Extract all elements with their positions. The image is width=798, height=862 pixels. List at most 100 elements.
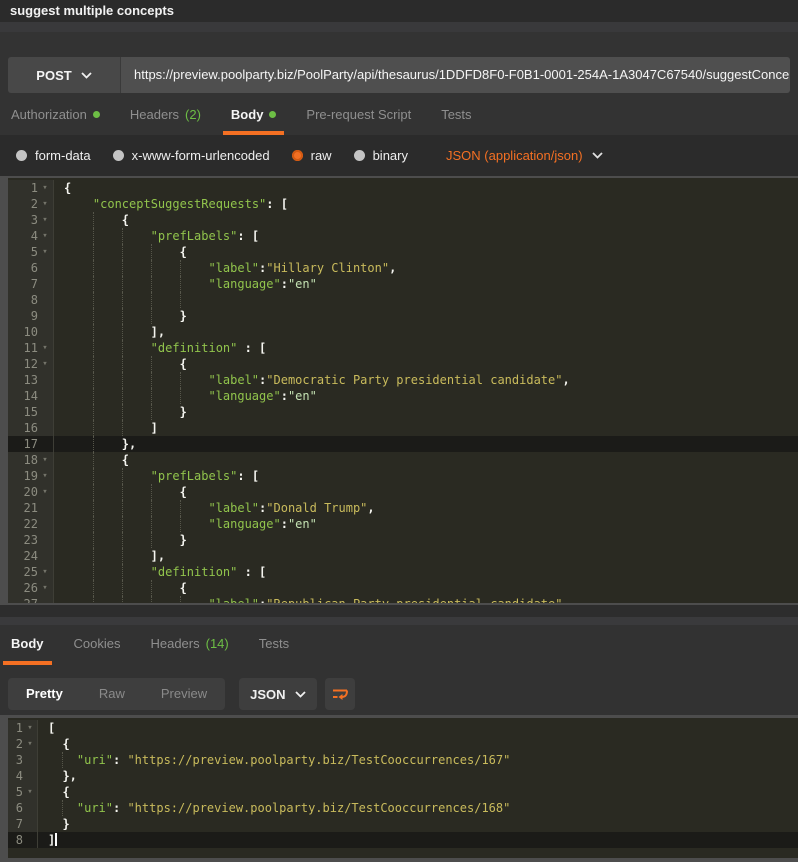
code-line[interactable]: 23} <box>8 532 798 548</box>
indent-guide <box>122 276 151 292</box>
postman-window: suggest multiple concepts POST https://p… <box>0 0 798 862</box>
fold-arrow-icon[interactable]: ▾ <box>38 212 52 228</box>
code-line[interactable]: 15} <box>8 404 798 420</box>
fold-arrow-icon[interactable]: ▾ <box>38 356 52 372</box>
tab-body[interactable]: Body <box>3 625 52 665</box>
code-line[interactable]: 3▾{ <box>8 212 798 228</box>
tab-pre-request-script[interactable]: Pre-request Script <box>298 97 419 135</box>
response-format-dropdown[interactable]: JSON <box>239 678 316 710</box>
view-mode-pretty[interactable]: Pretty <box>8 678 81 710</box>
code-line[interactable]: 27"label":"Republican Party presidential… <box>8 596 798 605</box>
code-line[interactable]: 10], <box>8 324 798 340</box>
body-mode-radio-raw[interactable]: raw <box>292 148 332 163</box>
code-line[interactable]: 16] <box>8 420 798 436</box>
code-line[interactable]: 4}, <box>8 768 798 784</box>
fold-arrow-icon[interactable]: ▾ <box>38 340 52 356</box>
line-number: 18 <box>8 452 38 468</box>
code-line[interactable]: 14"language":"en" <box>8 388 798 404</box>
code-text: { <box>54 452 798 468</box>
code-line[interactable]: 25▾"definition" : [ <box>8 564 798 580</box>
fold-spacer <box>23 800 37 816</box>
fold-arrow-icon[interactable]: ▾ <box>38 196 52 212</box>
fold-arrow-icon[interactable]: ▾ <box>38 244 52 260</box>
fold-arrow-icon[interactable]: ▾ <box>38 564 52 580</box>
code-line[interactable]: 11▾"definition" : [ <box>8 340 798 356</box>
code-line[interactable]: 20▾{ <box>8 484 798 500</box>
tab-body[interactable]: Body <box>223 97 285 135</box>
tab-cookies[interactable]: Cookies <box>66 625 129 665</box>
code-line[interactable]: 17}, <box>8 436 798 452</box>
line-number: 8 <box>8 292 38 308</box>
fold-arrow-icon[interactable]: ▾ <box>38 228 52 244</box>
fold-arrow-icon[interactable]: ▾ <box>38 484 52 500</box>
line-number: 17 <box>8 436 38 452</box>
tab-authorization[interactable]: Authorization <box>3 97 108 135</box>
response-format-label: JSON <box>250 687 285 702</box>
code-token: , <box>562 373 569 387</box>
indent-guide <box>122 244 151 260</box>
indent-guide <box>122 420 151 436</box>
titlebar-divider <box>0 22 798 32</box>
code-line[interactable]: 2▾{ <box>8 736 798 752</box>
body-mode-radio-x-www-form-urlencoded[interactable]: x-www-form-urlencoded <box>113 148 270 163</box>
method-label: POST <box>36 68 71 83</box>
code-token: "https://preview.poolparty.biz/TestCoocc… <box>127 801 510 815</box>
tab-tests[interactable]: Tests <box>433 97 479 135</box>
code-line[interactable]: 12▾{ <box>8 356 798 372</box>
body-mode-radio-binary[interactable]: binary <box>354 148 408 163</box>
fold-arrow-icon[interactable]: ▾ <box>38 468 52 484</box>
indent-guide <box>122 548 151 564</box>
panel-splitter[interactable] <box>0 617 798 625</box>
tab-headers[interactable]: Headers(2) <box>122 97 209 135</box>
response-body-editor[interactable]: 1▾[2▾{3"uri": "https://preview.poolparty… <box>0 715 798 862</box>
code-line[interactable]: 1▾{ <box>8 180 798 196</box>
code-line[interactable]: 7} <box>8 816 798 832</box>
code-line[interactable]: 9} <box>8 308 798 324</box>
code-line[interactable]: 6"uri": "https://preview.poolparty.biz/T… <box>8 800 798 816</box>
fold-arrow-icon[interactable]: ▾ <box>38 180 52 196</box>
code-line[interactable]: 24], <box>8 548 798 564</box>
view-mode-raw[interactable]: Raw <box>81 678 143 710</box>
url-input[interactable]: https://preview.poolparty.biz/PoolParty/… <box>121 57 790 93</box>
response-toolbar: PrettyRawPreview JSON <box>0 678 798 710</box>
fold-arrow-icon[interactable]: ▾ <box>23 720 37 736</box>
code-line[interactable]: 5▾{ <box>8 244 798 260</box>
code-line[interactable]: 5▾{ <box>8 784 798 800</box>
fold-arrow-icon[interactable]: ▾ <box>23 736 37 752</box>
indent-guide <box>151 308 180 324</box>
code-line[interactable]: 26▾{ <box>8 580 798 596</box>
tab-headers[interactable]: Headers(14) <box>142 625 236 665</box>
code-line[interactable]: 18▾{ <box>8 452 798 468</box>
body-mode-radio-form-data[interactable]: form-data <box>16 148 91 163</box>
code-line[interactable]: 4▾"prefLabels": [ <box>8 228 798 244</box>
fold-arrow-icon[interactable]: ▾ <box>23 784 37 800</box>
tab-tests[interactable]: Tests <box>251 625 297 665</box>
indent-guide <box>64 244 93 260</box>
code-line[interactable]: 6"label":"Hillary Clinton", <box>8 260 798 276</box>
indent-guide <box>64 276 93 292</box>
code-line[interactable]: 22"language":"en" <box>8 516 798 532</box>
code-token: { <box>180 357 187 371</box>
code-line[interactable]: 3"uri": "https://preview.poolparty.biz/T… <box>8 752 798 768</box>
fold-arrow-icon[interactable]: ▾ <box>38 452 52 468</box>
code-line[interactable]: 7"language":"en" <box>8 276 798 292</box>
editor-gutter: 21 <box>8 500 54 516</box>
code-line[interactable]: 1▾[ <box>8 720 798 736</box>
line-number: 8 <box>8 832 23 848</box>
indent-guide <box>48 736 62 752</box>
fold-spacer <box>38 500 52 516</box>
code-line[interactable]: 21"label":"Donald Trump", <box>8 500 798 516</box>
code-line[interactable]: 2▾"conceptSuggestRequests": [ <box>8 196 798 212</box>
view-mode-preview[interactable]: Preview <box>143 678 225 710</box>
code-line[interactable]: 8] <box>8 832 798 848</box>
code-line[interactable]: 8 <box>8 292 798 308</box>
code-line[interactable]: 19▾"prefLabels": [ <box>8 468 798 484</box>
code-line[interactable]: 13"label":"Democratic Party presidential… <box>8 372 798 388</box>
fold-spacer <box>38 532 52 548</box>
wrap-text-button[interactable] <box>325 678 355 710</box>
request-body-editor[interactable]: 1▾{2▾"conceptSuggestRequests": [3▾{4▾"pr… <box>0 176 798 605</box>
method-dropdown[interactable]: POST <box>8 57 121 93</box>
indent-guide <box>151 532 180 548</box>
content-type-dropdown[interactable]: JSON (application/json) <box>446 148 603 163</box>
fold-arrow-icon[interactable]: ▾ <box>38 580 52 596</box>
